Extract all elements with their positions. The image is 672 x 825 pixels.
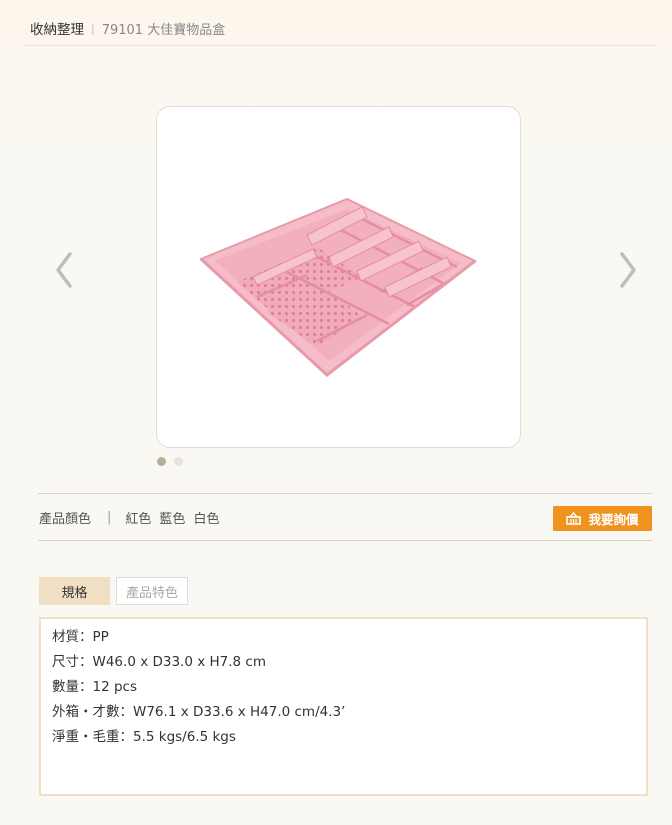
spec-dimensions: 尺寸：W46.0 x D33.0 x H7.8 cm	[52, 654, 266, 670]
color-option-white: 白色	[193, 512, 220, 527]
colors-separator: |	[107, 510, 112, 525]
gallery-pagination	[157, 457, 183, 466]
spec-carton: 外箱・才數：W76.1 x D33.6 x H47.0 cm/4.3’	[52, 704, 346, 720]
gallery-prev-button[interactable]	[52, 250, 76, 290]
product-image[interactable]	[156, 106, 521, 448]
gallery-dot-2[interactable]	[174, 457, 183, 466]
organizer-tray-illustration	[199, 197, 477, 377]
gallery-next-button[interactable]	[616, 250, 640, 290]
product-colors: 產品顏色 | 紅色 藍色 白色	[39, 508, 227, 527]
color-option-blue: 藍色	[159, 512, 186, 527]
breadcrumb-category-link[interactable]: 收納整理	[30, 18, 84, 38]
color-option-red: 紅色	[125, 512, 152, 527]
spec-quantity: 數量：12 pcs	[52, 679, 137, 695]
tab-features[interactable]: 產品特色	[116, 577, 188, 605]
spec-material: 材質：PP	[52, 629, 109, 645]
specs-panel: 材質：PP 尺寸：W46.0 x D33.0 x H7.8 cm 數量：12 p…	[39, 617, 648, 796]
breadcrumb-separator: |	[91, 21, 95, 35]
spec-weight: 淨重・毛重：5.5 kgs/6.5 kgs	[52, 729, 236, 745]
colors-bottom-divider	[38, 540, 652, 541]
breadcrumb: 收納整理 | 79101 大佳寶物品盒	[30, 18, 226, 39]
breadcrumb-divider	[22, 45, 658, 46]
gallery-dot-1[interactable]	[157, 457, 166, 466]
chevron-left-icon	[56, 252, 72, 288]
inquiry-button[interactable]: 我要詢價	[553, 506, 652, 531]
inquiry-button-label: 我要詢價	[588, 512, 639, 527]
chevron-right-icon	[620, 252, 636, 288]
colors-label: 產品顏色	[39, 512, 92, 527]
colors-top-divider	[38, 493, 652, 494]
breadcrumb-current: 79101 大佳寶物品盒	[101, 22, 226, 38]
basket-icon	[566, 512, 582, 525]
tab-specs[interactable]: 規格	[39, 577, 110, 605]
